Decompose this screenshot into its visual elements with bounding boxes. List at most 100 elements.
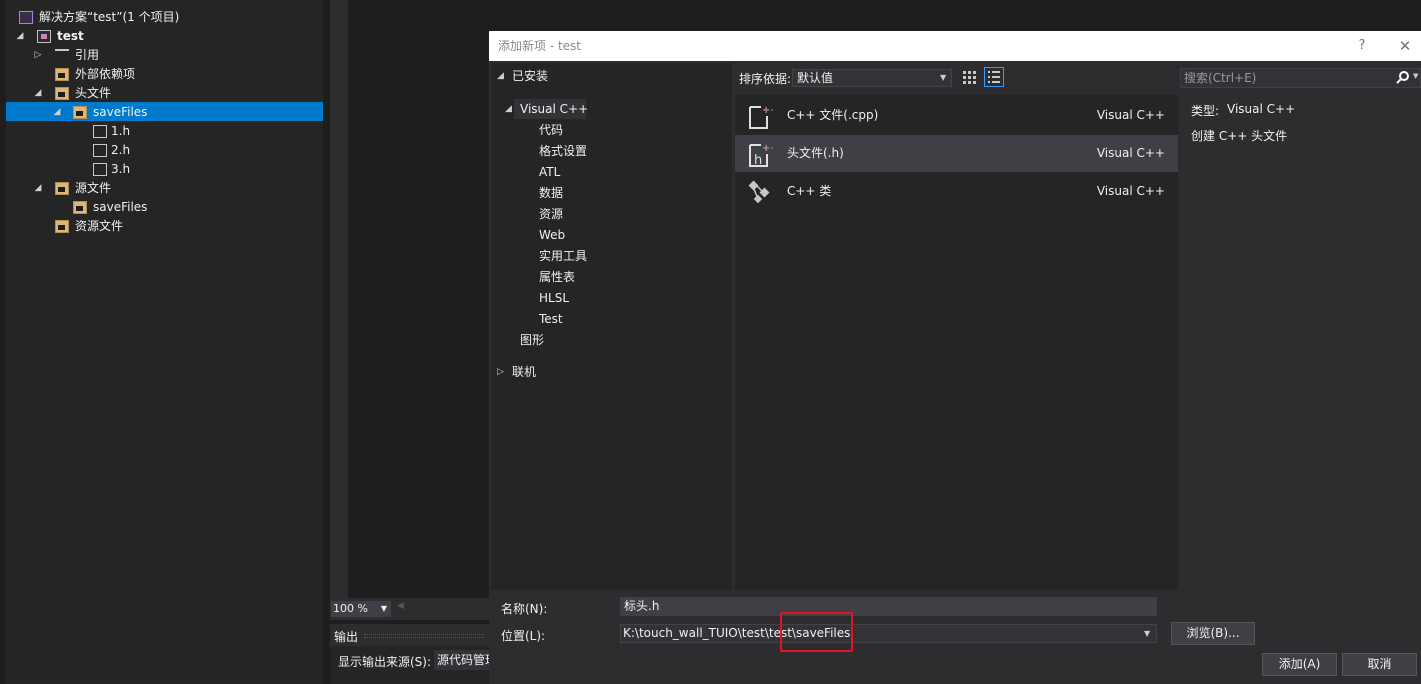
tree-item-label: 2.h xyxy=(111,143,131,157)
svg-text:++: ++ xyxy=(762,143,773,154)
folder-icon xyxy=(73,201,87,214)
output-panel-header: 输出 xyxy=(330,624,490,646)
category-graphics[interactable]: 图形 xyxy=(520,330,544,350)
expand-arrow-icon[interactable]: ◢ xyxy=(33,84,43,103)
tree-item-label: 资源文件 xyxy=(75,219,124,233)
header-file-icon: h ++ xyxy=(747,142,779,168)
category-label: Visual C++ xyxy=(520,102,589,116)
tree-item-label: 源文件 xyxy=(75,181,112,195)
panel-grip[interactable] xyxy=(364,634,484,638)
tree-item-external-deps[interactable]: 外部依赖项 xyxy=(0,65,323,84)
header-file-icon xyxy=(93,125,107,138)
expand-arrow-icon[interactable]: ◢ xyxy=(33,179,43,198)
category-property-sheets[interactable]: 属性表 xyxy=(539,267,575,287)
folder-icon xyxy=(55,220,69,233)
category-label: 格式设置 xyxy=(539,144,588,158)
tree-item-file-1h[interactable]: 1.h xyxy=(0,122,323,141)
location-label: 位置(L): xyxy=(501,629,546,643)
collapse-arrow-icon[interactable]: ▷ xyxy=(33,46,43,65)
header-file-icon xyxy=(93,144,107,157)
cpp-class-icon xyxy=(747,180,771,204)
chevron-down-icon: ▼ xyxy=(940,73,947,82)
tree-item-label: 1.h xyxy=(111,124,131,138)
category-pane xyxy=(491,63,732,590)
details-description: 创建 C++ 头文件 xyxy=(1191,129,1288,143)
location-combo[interactable]: K:\touch_wall_TUIO\test\test\saveFiles xyxy=(620,624,1157,643)
category-label: 资源 xyxy=(539,207,564,221)
header-file-icon xyxy=(93,163,107,176)
template-item-cpp-file[interactable]: ++ C++ 文件(.cpp) Visual C++ xyxy=(735,97,1178,134)
tree-item-source-files[interactable]: ◢ 源文件 xyxy=(0,179,323,198)
template-type: Visual C++ xyxy=(1096,146,1165,160)
category-label: Test xyxy=(539,312,563,326)
list-view-icon[interactable] xyxy=(984,67,1004,87)
installed-label: 已安装 xyxy=(512,69,549,83)
category-web[interactable]: Web xyxy=(539,225,565,245)
expand-arrow-icon[interactable]: ◢ xyxy=(15,27,25,46)
tree-item-file-3h[interactable]: 3.h xyxy=(0,160,323,179)
tree-item-savefiles-sources[interactable]: saveFiles xyxy=(0,198,323,217)
add-button[interactable]: 添加(A) xyxy=(1262,653,1337,676)
solution-node[interactable]: 解决方案“test”(1 个项目) xyxy=(0,8,323,27)
category-code[interactable]: 代码 xyxy=(539,120,563,140)
details-type-label: 类型: xyxy=(1191,104,1220,118)
template-type: Visual C++ xyxy=(1096,108,1165,122)
tree-item-file-2h[interactable]: 2.h xyxy=(0,141,323,160)
dialog-title-bar: 添加新项 - test xyxy=(489,31,1421,61)
chevron-down-icon[interactable]: ▼ xyxy=(1413,72,1418,80)
chevron-down-icon[interactable]: ▼ xyxy=(1144,624,1154,643)
scroll-left-icon[interactable]: ◀ xyxy=(397,601,404,611)
category-label: 代码 xyxy=(539,123,564,137)
grid-view-icon[interactable] xyxy=(961,69,979,87)
project-node[interactable]: ◢ test xyxy=(0,27,323,46)
solution-icon xyxy=(19,11,33,24)
search-input[interactable]: 搜索(Ctrl+E) xyxy=(1180,68,1421,88)
tree-item-savefiles-headers[interactable]: ◢ saveFiles xyxy=(0,103,323,122)
tree-item-label: 外部依赖项 xyxy=(75,67,136,81)
category-label: 数据 xyxy=(539,186,564,200)
category-data[interactable]: 数据 xyxy=(539,183,563,203)
category-utility[interactable]: 实用工具 xyxy=(539,246,587,266)
folder-icon xyxy=(55,182,69,195)
svg-text:++: ++ xyxy=(762,105,773,116)
cpp-file-icon: ++ xyxy=(747,104,779,129)
expand-arrow-icon[interactable]: ◢ xyxy=(52,103,62,122)
close-icon[interactable]: ✕ xyxy=(1397,31,1413,61)
sort-select[interactable]: 默认值 xyxy=(792,69,952,87)
template-item-cpp-class[interactable]: C++ 类 Visual C++ xyxy=(735,173,1178,210)
search-icon[interactable] xyxy=(1396,70,1410,84)
template-item-header-file[interactable]: h ++ 头文件(.h) Visual C++ xyxy=(735,135,1178,172)
online-label: 联机 xyxy=(512,365,537,379)
svg-text:h: h xyxy=(754,153,762,168)
name-input[interactable]: 标头.h xyxy=(620,597,1157,616)
code-editor[interactable] xyxy=(348,0,490,598)
chevron-down-icon: ▼ xyxy=(380,604,387,613)
zoom-select[interactable]: 100 % ▼ xyxy=(331,601,391,617)
expand-arrow-icon[interactable]: ◢ xyxy=(505,99,512,119)
output-source-select[interactable]: 源代码管理 xyxy=(434,650,490,670)
category-label: 图形 xyxy=(520,333,545,347)
expand-arrow-icon[interactable]: ◢ xyxy=(497,66,504,86)
tree-item-label: saveFiles xyxy=(93,105,148,119)
help-button[interactable]: ? xyxy=(1355,31,1369,61)
tree-item-header-files[interactable]: ◢ 头文件 xyxy=(0,84,323,103)
name-label: 名称(N): xyxy=(501,602,548,616)
category-resource[interactable]: 资源 xyxy=(539,204,563,224)
project-icon xyxy=(37,30,51,43)
editor-gutter xyxy=(330,0,348,598)
category-formatting[interactable]: 格式设置 xyxy=(539,141,587,161)
output-title: 输出 xyxy=(334,630,359,644)
template-type: Visual C++ xyxy=(1096,184,1165,198)
category-label: 属性表 xyxy=(539,270,576,284)
cancel-button[interactable]: 取消 xyxy=(1342,653,1417,676)
tree-item-label: 引用 xyxy=(75,48,100,62)
collapse-arrow-icon[interactable]: ▷ xyxy=(497,362,504,382)
zoom-value: 100 % xyxy=(333,602,368,615)
folder-icon xyxy=(55,87,69,100)
category-atl[interactable]: ATL xyxy=(539,162,560,182)
category-hlsl[interactable]: HLSL xyxy=(539,288,569,308)
browse-button[interactable]: 浏览(B)... xyxy=(1171,622,1255,645)
category-test[interactable]: Test xyxy=(539,309,563,329)
tree-item-resource-files[interactable]: 资源文件 xyxy=(0,217,323,236)
tree-item-references[interactable]: ▷ 引用 xyxy=(0,46,323,65)
